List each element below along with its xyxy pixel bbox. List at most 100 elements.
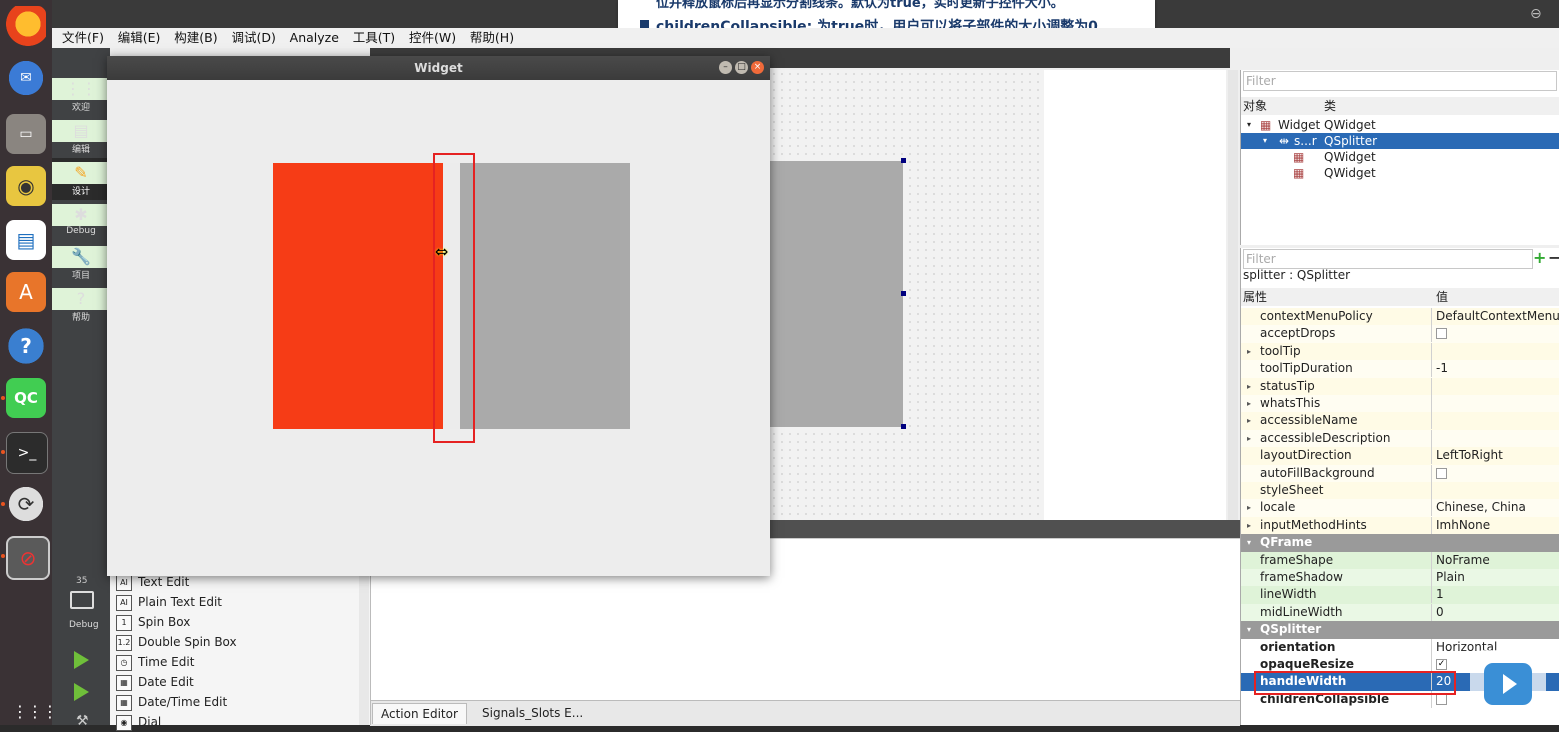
debug-run-icon[interactable] (74, 683, 89, 701)
menu-build[interactable]: 构建(B) (174, 28, 217, 48)
property-row[interactable]: layoutDirection LeftToRight (1241, 447, 1559, 465)
property-filter-input[interactable]: Filter (1243, 249, 1533, 269)
tree-row[interactable]: ▦ QWidget (1241, 165, 1559, 181)
widget-item[interactable]: ◉ Dial (116, 712, 161, 732)
property-value[interactable]: 1 (1436, 586, 1444, 603)
property-value[interactable]: -1 (1436, 360, 1448, 377)
expand-icon[interactable]: ▸ (1247, 412, 1251, 429)
splitter-preview-gray[interactable] (770, 161, 903, 427)
build-icon[interactable]: ⚒ (76, 713, 89, 729)
terminal-icon[interactable]: >_ (6, 432, 48, 474)
selection-handle[interactable] (901, 424, 906, 429)
apps-grid-icon[interactable]: ⋮⋮⋮ (12, 702, 58, 721)
mode-design[interactable]: ✎ 设计 (52, 158, 110, 200)
expand-icon[interactable]: ▸ (1247, 378, 1251, 395)
software-icon[interactable]: A (6, 272, 46, 312)
menu-debug[interactable]: 调试(D) (231, 28, 275, 48)
collapse-icon[interactable]: ▾ (1247, 117, 1251, 133)
property-section[interactable]: ▾ QSplitter (1241, 621, 1559, 639)
property-value[interactable]: 0 (1436, 604, 1444, 621)
collapse-icon[interactable]: ▾ (1247, 534, 1251, 551)
firefox-icon[interactable] (6, 6, 46, 46)
mode-welcome[interactable]: ⋮⋮ 欢迎 (52, 74, 110, 116)
property-row[interactable]: ▸ whatsThis (1241, 395, 1559, 413)
mode-help[interactable]: ? 帮助 (52, 284, 110, 326)
expand-icon[interactable]: ▸ (1247, 517, 1251, 534)
widget-item[interactable]: ◷ Time Edit (116, 652, 194, 672)
widget-item[interactable]: ▦ Date/Time Edit (116, 692, 227, 712)
run-icon[interactable] (74, 651, 89, 669)
add-icon[interactable]: + (1533, 248, 1546, 267)
help-icon[interactable]: ? (6, 326, 46, 366)
checkbox[interactable] (1436, 328, 1447, 340)
tab-action-editor[interactable]: Action Editor (372, 703, 467, 724)
tree-row-selected[interactable]: ▾ ⇹ s...r QSplitter (1241, 133, 1559, 149)
scrollbar[interactable] (359, 570, 369, 725)
splitter-left-pane[interactable] (273, 163, 443, 429)
widget-item[interactable]: 1 Spin Box (116, 612, 190, 632)
property-row[interactable]: toolTipDuration -1 (1241, 360, 1559, 378)
property-value[interactable]: Chinese, China (1436, 499, 1526, 516)
property-value[interactable]: NoFrame (1436, 552, 1490, 569)
property-row[interactable]: ▸ accessibleDescription (1241, 429, 1559, 448)
mode-edit[interactable]: ▤ 编辑 (52, 116, 110, 158)
updater-icon[interactable]: ⟳ (6, 484, 46, 524)
expand-icon[interactable]: ▸ (1247, 343, 1251, 360)
property-row[interactable]: ▸ toolTip (1241, 342, 1559, 361)
close-icon[interactable]: × (751, 61, 764, 74)
widget-item[interactable]: AI Plain Text Edit (116, 592, 222, 612)
collapse-icon[interactable]: ▾ (1263, 133, 1267, 149)
expand-icon[interactable]: ▸ (1247, 499, 1251, 516)
property-section[interactable]: ▾ QFrame (1241, 534, 1559, 552)
property-value[interactable] (1436, 465, 1447, 482)
property-row[interactable]: frameShape NoFrame (1241, 551, 1559, 569)
property-row[interactable]: styleSheet (1241, 482, 1559, 500)
property-row[interactable]: frameShadow Plain (1241, 569, 1559, 587)
maximize-icon[interactable]: □ (735, 61, 748, 74)
rhythmbox-icon[interactable]: ◉ (6, 166, 46, 206)
collapse-icon[interactable]: ▾ (1247, 621, 1251, 638)
selection-handle[interactable] (901, 291, 906, 296)
checkbox[interactable] (1436, 467, 1447, 479)
tree-row[interactable]: ▦ QWidget (1241, 149, 1559, 165)
menu-file[interactable]: 文件(F) (62, 28, 104, 48)
property-row[interactable]: ▸ accessibleName (1241, 412, 1559, 430)
minimize-icon[interactable]: – (719, 61, 732, 74)
property-value[interactable]: ImhNone (1436, 517, 1490, 534)
minimize-icon[interactable]: ⊖ (1530, 6, 1542, 22)
mode-debug[interactable]: ✱ Debug (52, 200, 110, 242)
writer-icon[interactable]: ▤ (6, 220, 46, 260)
tree-row[interactable]: ▾ ▦ Widget QWidget (1241, 117, 1559, 133)
property-value[interactable] (1436, 325, 1447, 342)
block-icon[interactable]: ⊘ (6, 536, 50, 580)
property-row[interactable]: ▸ statusTip (1241, 377, 1559, 395)
property-row[interactable]: acceptDrops (1241, 325, 1559, 343)
checkbox[interactable]: ✓ (1436, 659, 1447, 670)
menu-help[interactable]: 帮助(H) (470, 28, 514, 48)
thunderbird-icon[interactable]: ✉ (6, 58, 46, 98)
property-row[interactable]: autoFillBackground (1241, 464, 1559, 482)
checkbox[interactable] (1436, 693, 1447, 705)
property-row[interactable]: ▸ inputMethodHints ImhNone (1241, 516, 1559, 535)
tab-signals-slots[interactable]: Signals_Slots E... (474, 703, 591, 723)
property-value[interactable]: Plain (1436, 569, 1465, 586)
menu-widgets[interactable]: 控件(W) (409, 28, 456, 48)
menu-tools[interactable]: 工具(T) (353, 28, 395, 48)
widget-item[interactable]: ▦ Date Edit (116, 672, 194, 692)
property-value[interactable]: LeftToRight (1436, 447, 1503, 464)
files-icon[interactable]: ▭ (6, 114, 46, 154)
form-canvas[interactable] (770, 70, 1045, 520)
monitor-icon[interactable] (70, 591, 94, 609)
menu-edit[interactable]: 编辑(E) (118, 28, 161, 48)
window-controls[interactable]: ⊖ (1530, 6, 1558, 22)
qt-creator-icon[interactable]: QC (6, 378, 46, 418)
splitter-right-pane[interactable] (460, 163, 630, 429)
property-row[interactable]: lineWidth 1 (1241, 586, 1559, 604)
menu-analyze[interactable]: Analyze (290, 28, 339, 48)
expand-icon[interactable]: ▸ (1247, 395, 1251, 412)
object-filter-input[interactable]: Filter (1243, 71, 1557, 91)
mode-projects[interactable]: 🔧 项目 (52, 242, 110, 284)
property-value[interactable]: DefaultContextMenu (1436, 308, 1559, 325)
property-row[interactable]: contextMenuPolicy DefaultContextMenu (1241, 308, 1559, 326)
property-row[interactable]: ▸ locale Chinese, China (1241, 499, 1559, 517)
